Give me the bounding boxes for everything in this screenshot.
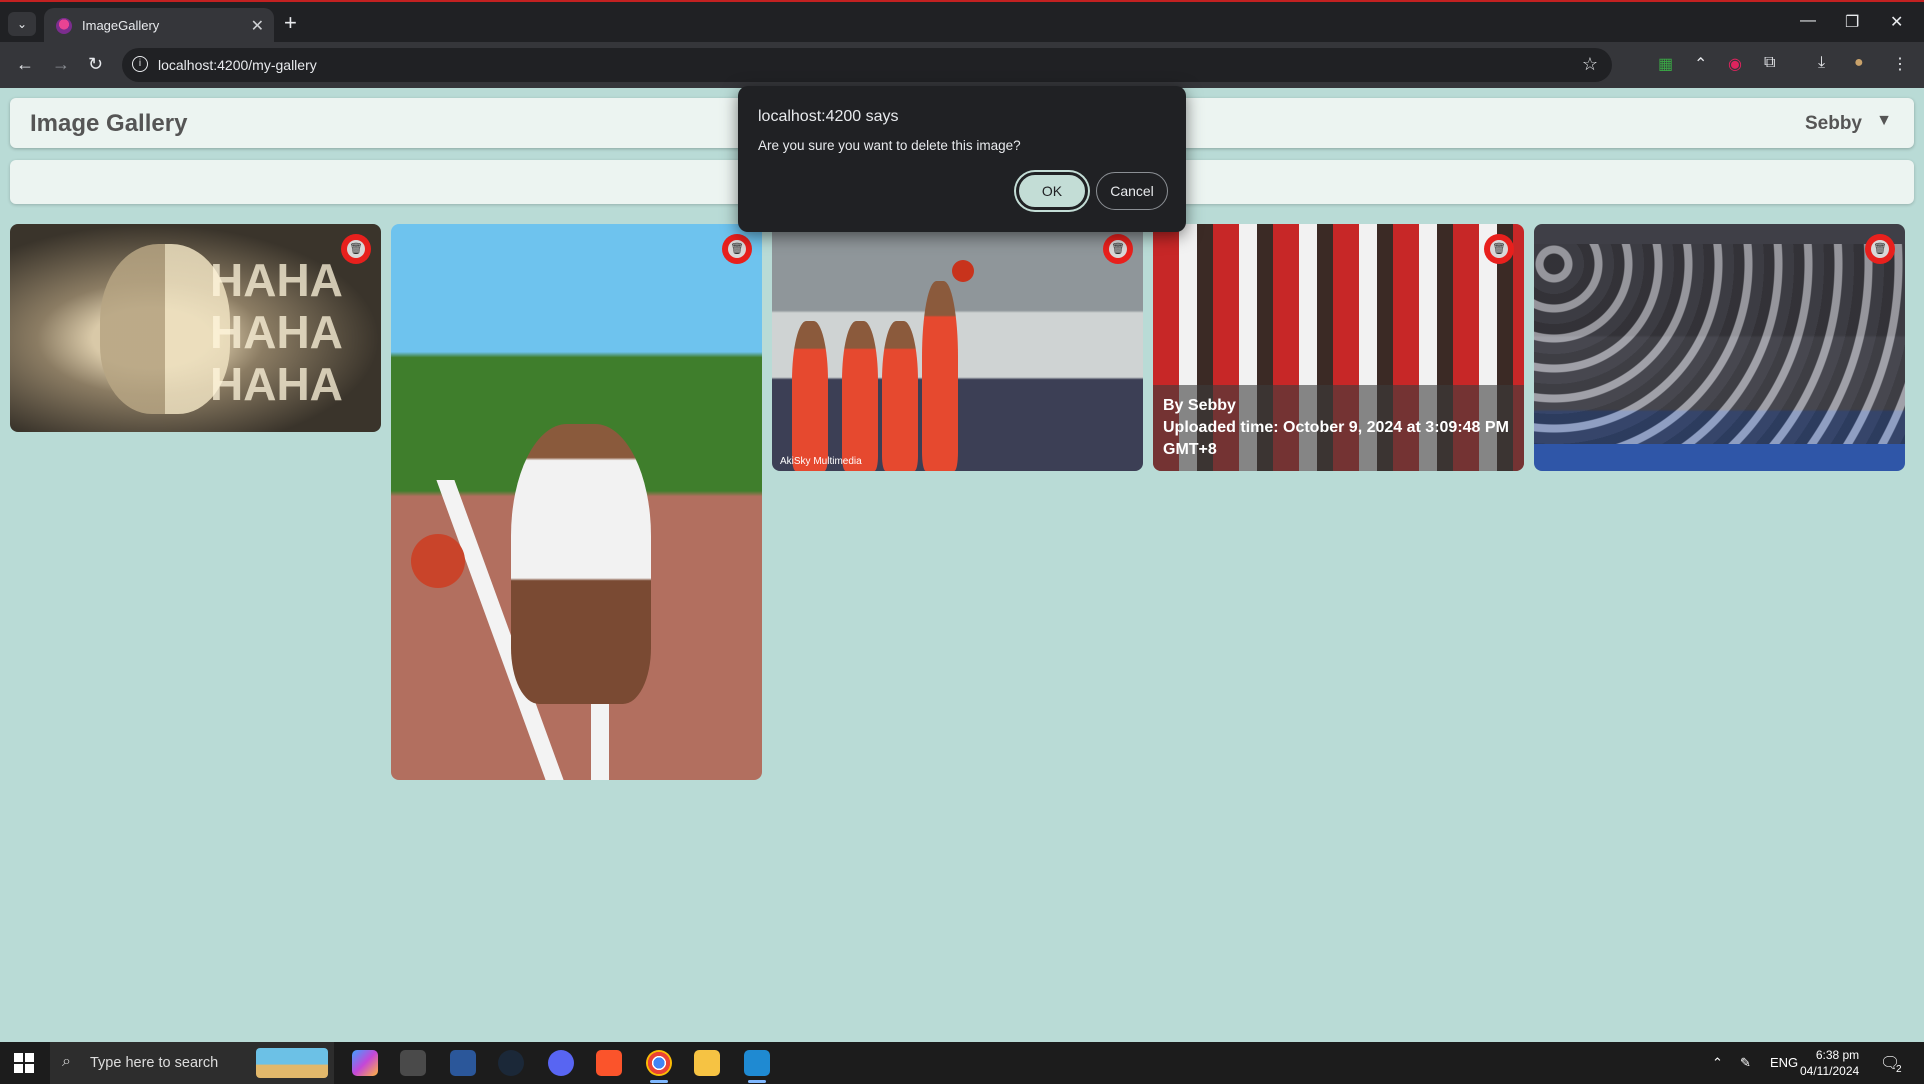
minimize-window-icon[interactable]: —	[1800, 12, 1816, 30]
gallery-image-crowd[interactable]: 🗑	[1534, 224, 1905, 471]
steam-icon[interactable]	[498, 1050, 524, 1076]
url-text[interactable]: localhost:4200/my-gallery	[158, 57, 317, 73]
trash-icon: 🗑	[1871, 240, 1889, 258]
player-figure	[511, 424, 651, 704]
tab-title: ImageGallery	[82, 18, 160, 33]
image-upload-time: Uploaded time: October 9, 2024 at 3:09:4…	[1163, 419, 1509, 458]
downloads-icon[interactable]: ⤓	[1818, 54, 1825, 72]
file-explorer-icon[interactable]	[694, 1050, 720, 1076]
trash-icon: 🗑	[728, 240, 746, 258]
cancel-button[interactable]: Cancel	[1096, 172, 1168, 210]
notification-count-badge: 2	[1896, 1064, 1902, 1075]
delete-image-button[interactable]: 🗑	[722, 234, 752, 264]
page-title: Image Gallery	[30, 110, 188, 137]
trash-icon: 🗑	[1490, 240, 1508, 258]
close-window-icon[interactable]: ✕	[1890, 12, 1903, 32]
extension-grid-icon[interactable]: ▦	[1658, 54, 1673, 74]
close-tab-icon[interactable]: ✕	[251, 16, 264, 36]
delete-image-button[interactable]: 🗑	[341, 234, 371, 264]
copilot-icon[interactable]	[352, 1050, 378, 1076]
browser-tab-strip: ⌄ ImageGallery ✕ + — ❐ ✕	[0, 0, 1924, 44]
image-author: By Sebby	[1163, 397, 1236, 414]
delete-image-button[interactable]: 🗑	[1103, 234, 1133, 264]
chrome-icon[interactable]	[646, 1050, 672, 1083]
user-menu-name[interactable]: Sebby	[1805, 113, 1862, 135]
basketball-icon	[411, 534, 465, 588]
discord-icon[interactable]	[548, 1050, 574, 1076]
new-tab-button[interactable]: +	[284, 10, 297, 36]
delete-image-button[interactable]: 🗑	[1484, 234, 1514, 264]
player-figure	[882, 321, 918, 471]
reload-icon[interactable]: ↻	[88, 54, 103, 75]
clock-date: 04/11/2024	[1800, 1064, 1860, 1078]
trash-icon: 🗑	[1109, 240, 1127, 258]
angular-favicon-icon	[56, 18, 72, 34]
gallery-image-free-throw[interactable]: AkiSky Multimedia 🗑	[772, 224, 1143, 471]
windows-start-icon[interactable]	[14, 1053, 34, 1073]
player-figure	[792, 321, 828, 471]
tray-overflow-icon[interactable]: ⌃	[1712, 1055, 1723, 1071]
pen-icon[interactable]: ✎	[1740, 1055, 1751, 1071]
forward-icon[interactable]: →	[52, 54, 70, 75]
search-highlight-art	[256, 1048, 328, 1078]
dialog-title: localhost:4200 says	[758, 108, 899, 125]
player-figure	[842, 321, 878, 471]
extension-arrow-icon[interactable]: ⌃	[1694, 54, 1707, 74]
dialog-message: Are you sure you want to delete this ima…	[758, 138, 1021, 153]
back-icon[interactable]: ←	[16, 54, 34, 75]
trash-icon: 🗑	[347, 240, 365, 258]
windows-taskbar: ⌕ Type here to search ⌃ ✎ ENG 6:38 pm 04…	[0, 1042, 1924, 1084]
gallery-image-basketball-dribble[interactable]: 🗑	[391, 224, 762, 780]
image-info-overlay: By Sebby Uploaded time: October 9, 2024 …	[1153, 385, 1524, 471]
basketball-icon	[952, 260, 974, 282]
taskbar-search-placeholder[interactable]: Type here to search	[90, 1055, 218, 1071]
clock-time: 6:38 pm	[1815, 1048, 1860, 1062]
user-menu-caret-icon[interactable]: ▼	[1876, 112, 1892, 130]
browser-menu-icon[interactable]: ⋮	[1892, 54, 1908, 74]
brave-icon[interactable]	[596, 1050, 622, 1076]
taskbar-clock[interactable]: 6:38 pm 04/11/2024	[1800, 1047, 1859, 1079]
photo-watermark: AkiSky Multimedia	[780, 456, 862, 467]
browser-toolbar: ← → ↻ i localhost:4200/my-gallery ☆ ▦ ⌃ …	[0, 42, 1924, 88]
address-bar[interactable]: i localhost:4200/my-gallery ☆	[122, 48, 1612, 82]
gallery-image-joker[interactable]: HAHA HAHA HAHA 🗑	[10, 224, 381, 432]
search-icon: ⌕	[62, 1053, 71, 1070]
language-indicator[interactable]: ENG	[1770, 1055, 1798, 1070]
crowd-texture	[1534, 244, 1905, 444]
player-figure	[922, 281, 958, 471]
ok-button[interactable]: OK	[1016, 172, 1088, 210]
camera-app-icon[interactable]	[400, 1050, 426, 1076]
taskbar-search-box[interactable]: ⌕ Type here to search	[50, 1042, 334, 1084]
browser-tab[interactable]: ImageGallery ✕	[44, 8, 274, 44]
bookmark-star-icon[interactable]: ☆	[1582, 54, 1598, 75]
joker-haha-text: HAHA HAHA HAHA	[210, 254, 343, 410]
extension-record-icon[interactable]: ◉	[1728, 54, 1742, 74]
profile-avatar-icon[interactable]: ●	[1854, 54, 1864, 72]
vscode-icon[interactable]	[744, 1050, 770, 1083]
delete-image-button[interactable]: 🗑	[1865, 234, 1895, 264]
confirm-dialog: localhost:4200 says Are you sure you wan…	[738, 86, 1186, 232]
word-icon[interactable]	[450, 1050, 476, 1076]
tab-search-button[interactable]: ⌄	[8, 12, 36, 36]
site-info-icon[interactable]: i	[132, 56, 148, 72]
restore-window-icon[interactable]: ❐	[1845, 12, 1859, 32]
gallery-image-team-huddle[interactable]: By Sebby Uploaded time: October 9, 2024 …	[1153, 224, 1524, 471]
extensions-puzzle-icon[interactable]: ⧉	[1764, 54, 1775, 72]
